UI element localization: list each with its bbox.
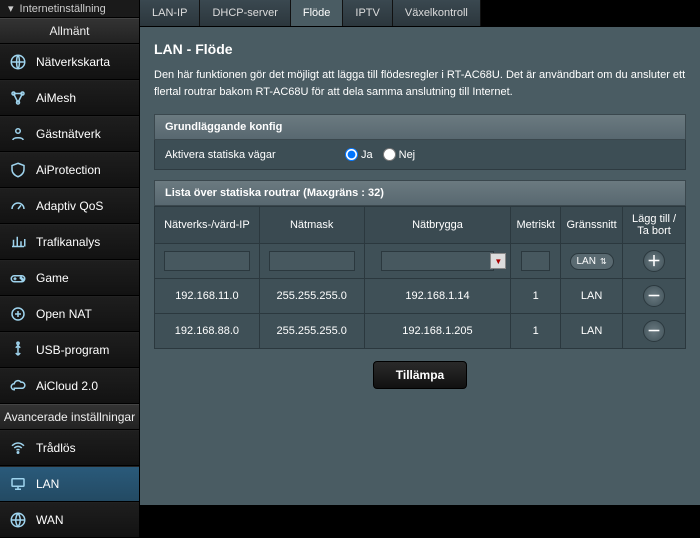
enable-static-routes-radio-group: Ja Nej xyxy=(345,148,415,161)
cell-iface: LAN xyxy=(561,314,623,349)
th-metric: Metriskt xyxy=(511,207,561,244)
apply-button[interactable]: Tillämpa xyxy=(373,361,467,389)
chevron-down-icon: ▾ xyxy=(8,2,14,15)
cell-mask: 255.255.255.0 xyxy=(259,279,364,314)
th-iface: Gränssnitt xyxy=(561,207,623,244)
main: LAN-IPDHCP-serverFlödeIPTVVäxelkontroll … xyxy=(140,0,700,505)
tabs-spacer xyxy=(481,0,700,26)
nat-icon xyxy=(8,304,28,324)
th-action: Lägg till / Ta bort xyxy=(623,207,686,244)
sidebar-item-label: Game xyxy=(36,271,69,285)
th-mask: Nätmask xyxy=(259,207,364,244)
cell-ip: 192.168.88.0 xyxy=(155,314,260,349)
table-input-row: ▼ LAN⇅ ＋ xyxy=(155,244,686,279)
input-metric[interactable] xyxy=(521,251,550,271)
basic-config-header: Grundläggande konfig xyxy=(154,114,686,140)
sidebar-item-aimesh[interactable]: AiMesh xyxy=(0,80,139,116)
radio-yes-text: Ja xyxy=(361,149,373,161)
sidebar-item-open-nat[interactable]: Open NAT xyxy=(0,296,139,332)
enable-static-routes-label: Aktivera statiska vägar xyxy=(165,149,345,161)
sidebar-item-label: AiCloud 2.0 xyxy=(36,379,98,393)
tabs: LAN-IPDHCP-serverFlödeIPTVVäxelkontroll xyxy=(140,0,700,27)
table-row: 192.168.88.0255.255.255.0192.168.1.2051L… xyxy=(155,314,686,349)
static-routes-table: Nätverks-/värd-IP Nätmask Nätbrygga Metr… xyxy=(154,206,686,349)
radio-no[interactable] xyxy=(383,148,396,161)
sidebar-item-lan[interactable]: LAN xyxy=(0,466,139,502)
gauge-icon xyxy=(8,196,28,216)
cell-mask: 255.255.255.0 xyxy=(259,314,364,349)
traffic-icon xyxy=(8,232,28,252)
sidebar-item-label: USB-program xyxy=(36,343,109,357)
content: LAN - Flöde Den här funktionen gör det m… xyxy=(140,27,700,505)
globe-icon xyxy=(8,52,28,72)
th-gateway: Nätbrygga xyxy=(364,207,511,244)
th-ip: Nätverks-/värd-IP xyxy=(155,207,260,244)
sidebar-item-n-tverkskarta[interactable]: Nätverkskarta xyxy=(0,44,139,80)
sidebar-item-label: LAN xyxy=(36,477,59,491)
add-button[interactable]: ＋ xyxy=(643,250,665,272)
input-mask[interactable] xyxy=(269,251,355,271)
sidebar: ▾ Internetinställning Allmänt Nätverkska… xyxy=(0,0,140,505)
sidebar-item-usb-program[interactable]: USB-program xyxy=(0,332,139,368)
static-routes-list-header: Lista över statiska routrar (Maxgräns : … xyxy=(154,180,686,206)
gateway-dropdown-icon[interactable]: ▼ xyxy=(490,253,506,269)
cell-gateway: 192.168.1.14 xyxy=(364,279,511,314)
cell-ip: 192.168.11.0 xyxy=(155,279,260,314)
sidebar-item-label: Nätverkskarta xyxy=(36,55,110,69)
tab-lan-ip[interactable]: LAN-IP xyxy=(140,0,200,26)
sidebar-item-label: Trafikanalys xyxy=(36,235,100,249)
iface-select[interactable]: LAN⇅ xyxy=(570,253,614,270)
wan-icon xyxy=(8,510,28,530)
page-title: LAN - Flöde xyxy=(154,41,686,57)
radio-yes[interactable] xyxy=(345,148,358,161)
sidebar-item-adaptiv-qos[interactable]: Adaptiv QoS xyxy=(0,188,139,224)
wifi-icon xyxy=(8,438,28,458)
sidebar-item-label: AiProtection xyxy=(36,163,101,177)
cell-gateway: 192.168.1.205 xyxy=(364,314,511,349)
radio-no-label[interactable]: Nej xyxy=(383,148,416,161)
cloud-icon xyxy=(8,376,28,396)
tab-v-xelkontroll[interactable]: Växelkontroll xyxy=(393,0,481,26)
remove-button[interactable]: － xyxy=(643,285,665,307)
shield-icon xyxy=(8,160,28,180)
sidebar-item-aiprotection[interactable]: AiProtection xyxy=(0,152,139,188)
tab-fl-de[interactable]: Flöde xyxy=(291,0,344,26)
remove-button[interactable]: － xyxy=(643,320,665,342)
sidebar-item-tr-dl-s[interactable]: Trådlös xyxy=(0,430,139,466)
mesh-icon xyxy=(8,88,28,108)
sidebar-item-label: Trådlös xyxy=(36,441,76,455)
cell-iface: LAN xyxy=(561,279,623,314)
guest-icon xyxy=(8,124,28,144)
updown-icon: ⇅ xyxy=(600,257,607,266)
table-row: 192.168.11.0255.255.255.0192.168.1.141LA… xyxy=(155,279,686,314)
sidebar-item-label: Adaptiv QoS xyxy=(36,199,103,213)
radio-yes-label[interactable]: Ja xyxy=(345,148,373,161)
sidebar-item-label: Gästnätverk xyxy=(36,127,101,141)
sidebar-item-label: Open NAT xyxy=(36,307,92,321)
enable-static-routes-row: Aktivera statiska vägar Ja Nej xyxy=(154,140,686,170)
sidebar-item-game[interactable]: Game xyxy=(0,260,139,296)
sidebar-item-label: WAN xyxy=(36,513,64,527)
usb-icon xyxy=(8,340,28,360)
top-trunc-label: Internetinställning xyxy=(20,3,106,15)
sidebar-item-aicloud-2-0[interactable]: AiCloud 2.0 xyxy=(0,368,139,404)
sidebar-item-trafikanalys[interactable]: Trafikanalys xyxy=(0,224,139,260)
sidebar-item-wan[interactable]: WAN xyxy=(0,502,139,538)
cell-metric: 1 xyxy=(511,314,561,349)
tab-dhcp-server[interactable]: DHCP-server xyxy=(200,0,290,26)
radio-no-text: Nej xyxy=(399,149,416,161)
sidebar-item-g-stn-tverk[interactable]: Gästnätverk xyxy=(0,116,139,152)
sidebar-section-advanced: Avancerade inställningar xyxy=(0,404,139,430)
gamepad-icon xyxy=(8,268,28,288)
sidebar-top-truncated: ▾ Internetinställning xyxy=(0,0,139,18)
sidebar-section-general: Allmänt xyxy=(0,18,139,44)
page-description: Den här funktionen gör det möjligt att l… xyxy=(154,67,686,100)
input-gateway[interactable] xyxy=(381,251,494,271)
lan-icon xyxy=(8,474,28,494)
input-ip[interactable] xyxy=(164,251,250,271)
tab-iptv[interactable]: IPTV xyxy=(343,0,392,26)
cell-metric: 1 xyxy=(511,279,561,314)
sidebar-item-label: AiMesh xyxy=(36,91,76,105)
